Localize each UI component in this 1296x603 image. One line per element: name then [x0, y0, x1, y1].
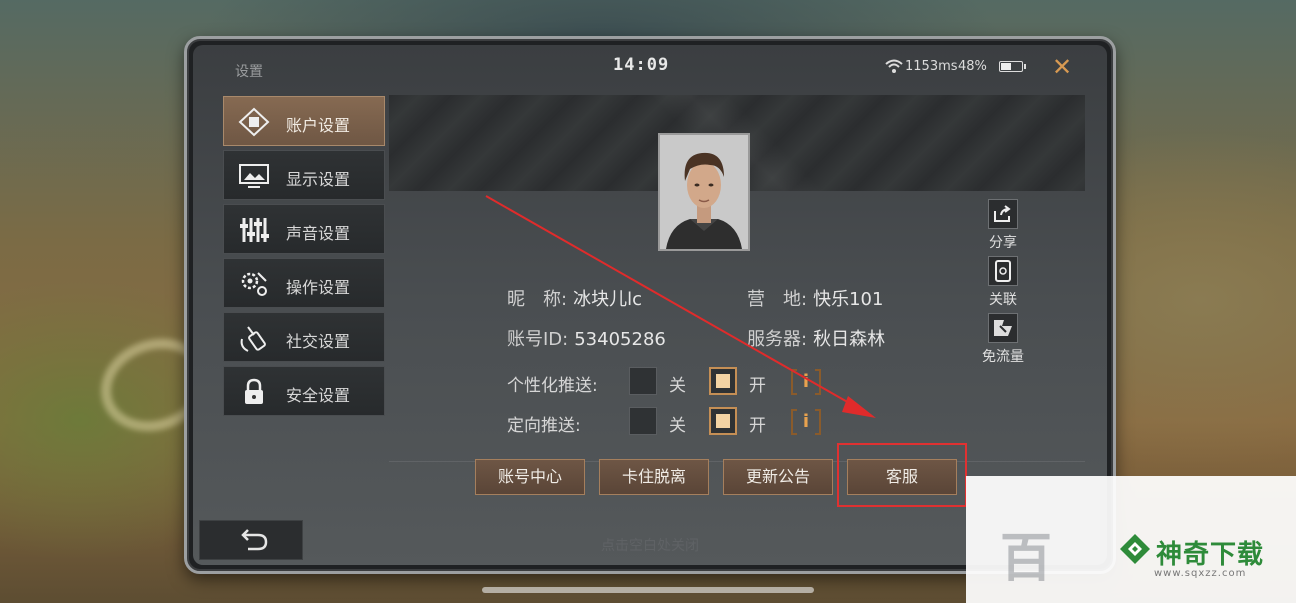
settings-title: 设置	[235, 64, 263, 80]
account-id-row: 账号ID: 53405286	[507, 325, 666, 351]
share-label: 分享	[989, 235, 1017, 251]
sidebar-item-sound[interactable]: 声音设置	[223, 204, 385, 254]
targeted-push-info-icon[interactable]: i	[791, 409, 821, 435]
share-icon	[988, 199, 1018, 229]
wifi-icon	[885, 59, 903, 73]
server-row: 服务器: 秋日森林	[747, 325, 885, 351]
player-avatar[interactable]	[658, 133, 750, 251]
back-button[interactable]	[199, 520, 303, 560]
share-action[interactable]: 分享	[973, 199, 1033, 252]
customer-service-highlight-box	[837, 443, 967, 507]
nickname-label: 昵 称:	[507, 289, 568, 310]
battery-fill	[1001, 63, 1011, 70]
personalized-push-off-label: 关	[669, 376, 686, 396]
sidebar-item-lock[interactable]: 安全设置	[223, 366, 385, 416]
link-phone-icon	[988, 256, 1018, 286]
sidebar-item-display[interactable]: 显示设置	[223, 150, 385, 200]
sidebar-item-label: 安全设置	[286, 386, 351, 405]
unstuck-button[interactable]: 卡住脱离	[599, 459, 709, 495]
personalized-push-label: 个性化推送:	[507, 376, 598, 396]
targeted-push-off-label: 关	[669, 416, 686, 436]
close-button[interactable]: ✕	[1049, 55, 1075, 81]
server-value: 秋日森林	[813, 329, 886, 350]
targeted-push-on-checkbox[interactable]	[709, 407, 737, 435]
data-free-label: 免流量	[982, 349, 1024, 365]
clock: 14:09	[613, 55, 670, 75]
sidebar-item-controls[interactable]: 操作设置	[223, 258, 385, 308]
settings-sidebar: 账户设置显示设置声音设置操作设置社交设置安全设置	[223, 96, 385, 420]
account-center-button[interactable]: 账号中心	[475, 459, 585, 495]
home-indicator[interactable]	[482, 587, 814, 593]
sidebar-item-social[interactable]: 社交设置	[223, 312, 385, 362]
link-label: 关联	[989, 292, 1017, 308]
sidebar-item-account[interactable]: 账户设置	[223, 96, 385, 146]
camp-label: 营 地:	[747, 289, 808, 310]
sidebar-item-label: 社交设置	[286, 332, 351, 351]
server-label: 服务器:	[747, 329, 808, 350]
account-id-label: 账号ID:	[507, 329, 569, 350]
account-icon	[238, 107, 270, 137]
tap-to-close-hint: 点击空白处关闭	[601, 538, 699, 554]
battery-percent: 48%	[958, 59, 987, 74]
targeted-push-off-checkbox[interactable]	[629, 407, 657, 435]
display-icon	[238, 161, 270, 191]
personalized-push-off-checkbox[interactable]	[629, 367, 657, 395]
lock-icon	[238, 377, 270, 407]
watermark-url: www.sqxzz.com	[1154, 568, 1247, 579]
sound-icon	[238, 215, 270, 245]
sidebar-item-label: 显示设置	[286, 170, 351, 189]
personalized-push-info-icon[interactable]: i	[791, 369, 821, 395]
watermark-logo-icon	[1120, 534, 1150, 564]
camp-value: 快乐101	[813, 289, 884, 310]
social-icon	[238, 323, 270, 353]
back-arrow-icon	[241, 529, 268, 551]
sidebar-item-label: 操作设置	[286, 278, 351, 297]
targeted-push-on-label: 开	[749, 416, 766, 436]
nickname-value: 冰块儿lc	[573, 289, 642, 310]
battery-icon	[999, 61, 1026, 72]
update-notice-button[interactable]: 更新公告	[723, 459, 833, 495]
watermark-faded-text: 百	[1000, 529, 1059, 589]
data-free-action[interactable]: 免流量	[973, 313, 1033, 366]
targeted-push-label: 定向推送:	[507, 416, 581, 436]
personalized-push-on-label: 开	[749, 376, 766, 396]
watermark-brand: 神奇下载	[1156, 540, 1265, 570]
link-action[interactable]: 关联	[973, 256, 1033, 309]
account-id-value: 53405286	[574, 329, 666, 350]
controls-icon	[238, 269, 270, 299]
nickname-row: 昵 称: 冰块儿lc	[507, 285, 642, 311]
watermark: 百 神奇下载 www.sqxzz.com	[966, 476, 1296, 603]
sidebar-item-label: 账户设置	[286, 116, 351, 135]
ping-readout: 1153ms	[905, 59, 958, 74]
sidebar-item-label: 声音设置	[286, 224, 351, 243]
personalized-push-on-checkbox[interactable]	[709, 367, 737, 395]
data-free-icon	[988, 313, 1018, 343]
status-bar: 设置 14:09 1153ms 48% ✕	[193, 45, 1107, 89]
camp-row: 营 地: 快乐101	[747, 285, 883, 311]
